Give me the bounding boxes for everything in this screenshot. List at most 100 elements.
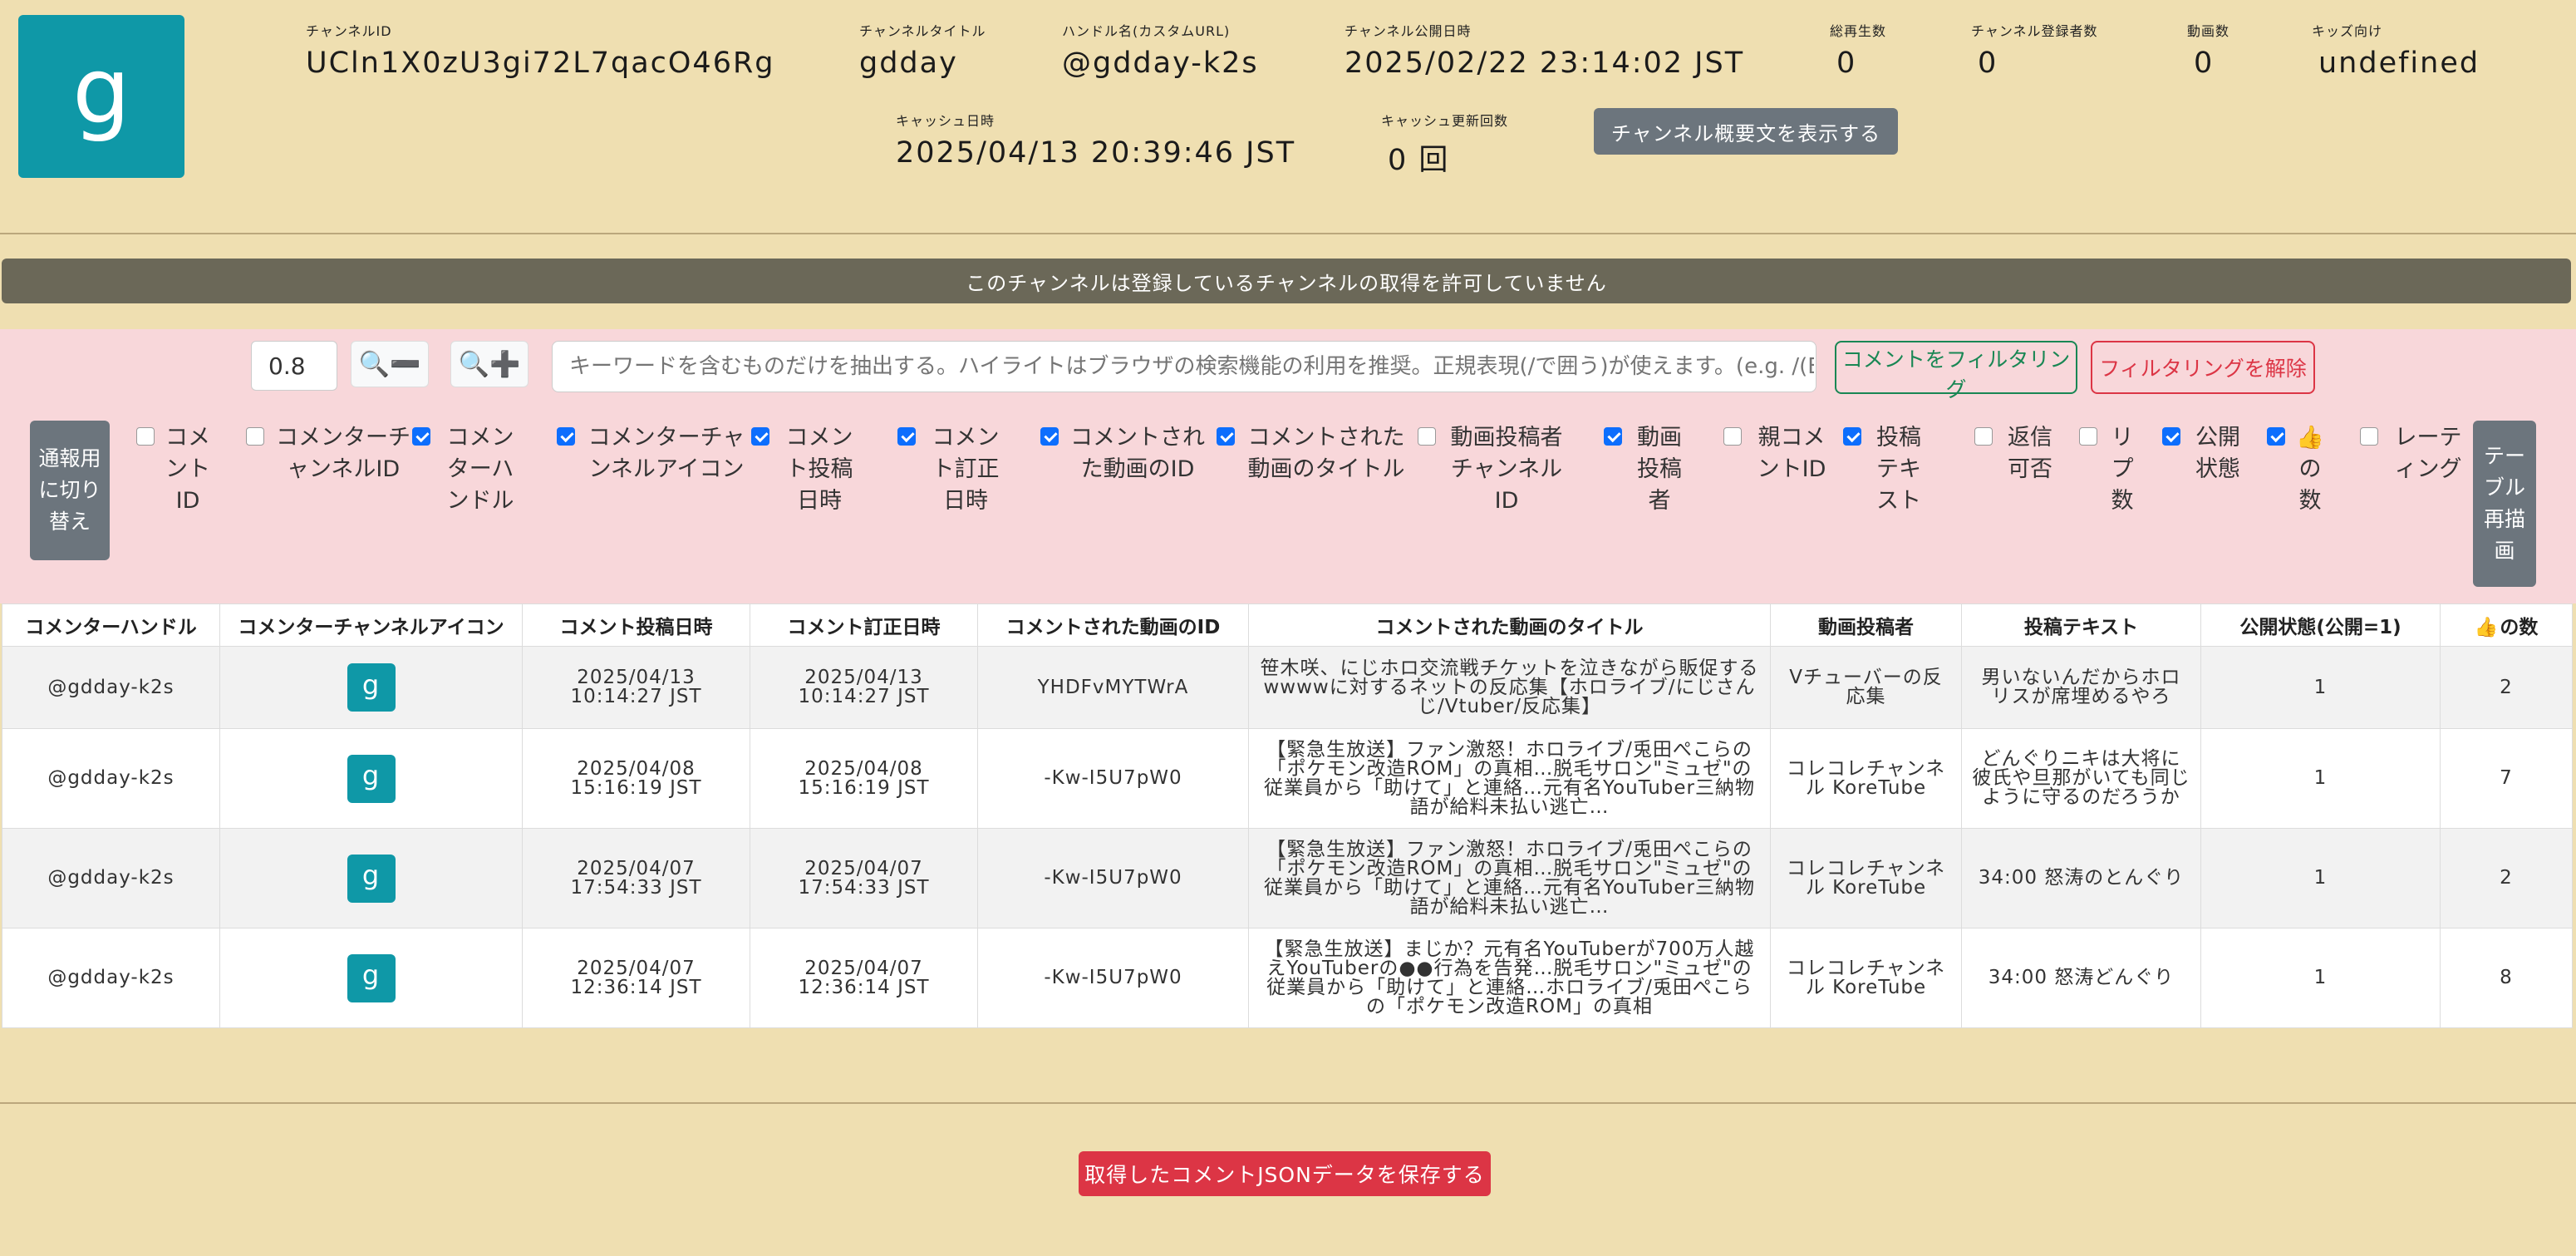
cell-icon: g (219, 928, 523, 1028)
handle-label: ハンドル名(カスタムURL) (1062, 23, 1231, 39)
commenter-avatar[interactable]: g (347, 754, 396, 803)
column-toggle[interactable]: コメント訂正日時 (897, 422, 1007, 517)
zoom-in-button[interactable]: 🔍➕ (450, 341, 528, 387)
column-toggle[interactable]: コメンターチャンネルアイコン (557, 422, 750, 485)
cell-handle: @gdday-k2s (2, 928, 220, 1028)
channel-id-label: チャンネルID (306, 23, 392, 39)
column-toggle[interactable]: コメント投稿日時 (751, 422, 861, 517)
column-toggle-label: コメントID (165, 425, 210, 514)
cell-video-title: 【緊急生放送】ファン激怒！ホロライブ/兎田ぺこらの「ポケモン改造ROM」の真相…… (1248, 828, 1771, 928)
clear-filter-button[interactable]: フィルタリングを解除 (2091, 341, 2315, 394)
views-field: 総再生数 0 (1830, 20, 1886, 80)
column-toggle[interactable]: コメントされた動画のタイトル (1217, 422, 1409, 485)
column-toggle[interactable]: コメントID (136, 422, 213, 517)
redraw-table-button[interactable]: テーブル再描画 (2473, 421, 2536, 587)
column-header[interactable]: コメント訂正日時 (750, 603, 978, 647)
column-header[interactable]: コメントされた動画のタイトル (1248, 603, 1771, 647)
checkbox[interactable] (2079, 427, 2097, 446)
column-toggle-label: 返信可否 (2008, 425, 2052, 482)
checkbox[interactable] (1604, 427, 1622, 446)
column-toggles: コメントID コメンターチャンネルID コメンターハンドル コメンターチャンネル… (133, 422, 2468, 597)
cell-video-id: -Kw-I5U7pW0 (977, 728, 1249, 829)
checkbox[interactable] (751, 427, 769, 446)
commenter-avatar[interactable]: g (347, 953, 396, 1002)
subscribers-label: チャンネル登録者数 (1971, 23, 2098, 39)
column-toggle[interactable]: 返信可否 (1974, 422, 2059, 485)
column-header[interactable]: コメント投稿日時 (522, 603, 750, 647)
channel-id-field: チャンネルID UCln1X0zU3gi72L7qacO46Rg (306, 20, 775, 80)
cell-text: 34:00 怒涛のとんぐり (1961, 828, 2201, 928)
filter-comments-button[interactable]: コメントをフィルタリング (1835, 341, 2077, 401)
column-header[interactable]: コメンターチャンネルアイコン (219, 603, 523, 647)
permission-banner: このチャンネルは登録しているチャンネルの取得を許可していません (2, 259, 2571, 303)
cell-video-id: YHDFvMYTWrA (977, 646, 1249, 729)
column-toggle[interactable]: リプ数 (2079, 422, 2139, 517)
header-divider (0, 233, 2576, 234)
channel-title-value: gdday (859, 47, 958, 80)
checkbox[interactable] (1418, 427, 1436, 446)
commenter-avatar[interactable]: g (347, 854, 396, 903)
zoom-input[interactable]: 0.8 (251, 341, 337, 391)
cache-count-label: キャッシュ更新回数 (1381, 113, 1509, 129)
column-toggle[interactable]: コメンターハンドル (412, 422, 522, 517)
column-toggle[interactable]: 動画投稿者 (1604, 422, 1689, 517)
cell-likes: 2 (2440, 828, 2573, 928)
likes-header-label: の数 (2500, 617, 2539, 638)
checkbox[interactable] (136, 427, 155, 446)
cell-likes: 7 (2440, 728, 2573, 829)
published-label: チャンネル公開日時 (1345, 23, 1472, 39)
checkbox[interactable] (1723, 427, 1742, 446)
handle-value: @gdday-k2s (1062, 47, 1259, 80)
checkbox[interactable] (1040, 427, 1059, 446)
keyword-search-input[interactable] (552, 341, 1816, 392)
cell-video-title: 【緊急生放送】まじか？元有名YouTuberが700万人越えYouTuberの●… (1248, 928, 1771, 1028)
column-header[interactable]: 公開状態(公開=1) (2200, 603, 2441, 647)
checkbox[interactable] (2267, 427, 2285, 446)
checkbox[interactable] (557, 427, 575, 446)
cache-count-value: 0 回 (1388, 144, 1450, 177)
footer-divider (0, 1102, 2576, 1104)
column-toggle[interactable]: コメントされた動画のID (1040, 422, 1208, 485)
checkbox[interactable] (246, 427, 264, 446)
column-toggle[interactable]: 👍の数 (2267, 422, 2327, 517)
column-toggle[interactable]: レーティング (2360, 422, 2470, 485)
checkbox[interactable] (1974, 427, 1993, 446)
checkbox[interactable] (412, 427, 430, 446)
table-header-row: コメンターハンドル コメンターチャンネルアイコン コメント投稿日時 コメント訂正… (2, 603, 2573, 647)
cell-posted: 2025/04/07 12:36:14 JST (522, 928, 750, 1028)
column-toggle-label: 動画投稿者チャンネルID (1450, 425, 1563, 514)
checkbox[interactable] (2360, 427, 2378, 446)
report-mode-button[interactable]: 通報用に切り替え (30, 421, 110, 560)
column-header[interactable]: コメンターハンドル (2, 603, 220, 647)
show-description-button[interactable]: チャンネル概要文を表示する (1594, 108, 1898, 155)
column-header[interactable]: 動画投稿者 (1770, 603, 1962, 647)
column-header[interactable]: コメントされた動画のID (977, 603, 1249, 647)
cell-uploader: Vチューバーの反応集 (1770, 646, 1962, 729)
kids-field: キッズ向け undefined (2312, 20, 2480, 80)
cell-uploader: コレコレチャンネル KoreTube (1770, 928, 1962, 1028)
column-toggle[interactable]: 投稿テキスト (1843, 422, 1928, 517)
column-toggle[interactable]: 公開状態 (2162, 422, 2247, 485)
column-toggle[interactable]: コメンターチャンネルID (246, 422, 414, 485)
column-header[interactable]: 👍の数 (2440, 603, 2573, 647)
save-json-button[interactable]: 取得したコメントJSONデータを保存する (1079, 1151, 1491, 1196)
column-toggle-label: コメント投稿日時 (785, 425, 853, 514)
zoom-out-button[interactable]: 🔍➖ (351, 341, 429, 387)
cell-uploader: コレコレチャンネル KoreTube (1770, 828, 1962, 928)
kids-label: キッズ向け (2312, 23, 2383, 39)
cache-value: 2025/04/13 20:39:46 JST (896, 136, 1296, 170)
filter-controls: 0.8 🔍➖ 🔍➕ コメントをフィルタリング フィルタリングを解除 通報用に切り… (0, 329, 2576, 603)
column-header[interactable]: 投稿テキスト (1961, 603, 2201, 647)
views-label: 総再生数 (1830, 23, 1887, 39)
column-toggle[interactable]: 親コメントID (1723, 422, 1833, 485)
checkbox[interactable] (1217, 427, 1235, 446)
videos-value: 0 (2194, 47, 2215, 80)
cell-text: 34:00 怒涛どんぐり (1961, 928, 2201, 1028)
checkbox[interactable] (1843, 427, 1861, 446)
commenter-avatar[interactable]: g (347, 663, 396, 712)
checkbox[interactable] (2162, 427, 2180, 446)
column-toggle-label: 動画投稿者 (1637, 425, 1682, 514)
column-toggle[interactable]: 動画投稿者チャンネルID (1418, 422, 1569, 517)
checkbox[interactable] (897, 427, 916, 446)
column-toggle-label: コメンターハンドル (446, 425, 514, 514)
